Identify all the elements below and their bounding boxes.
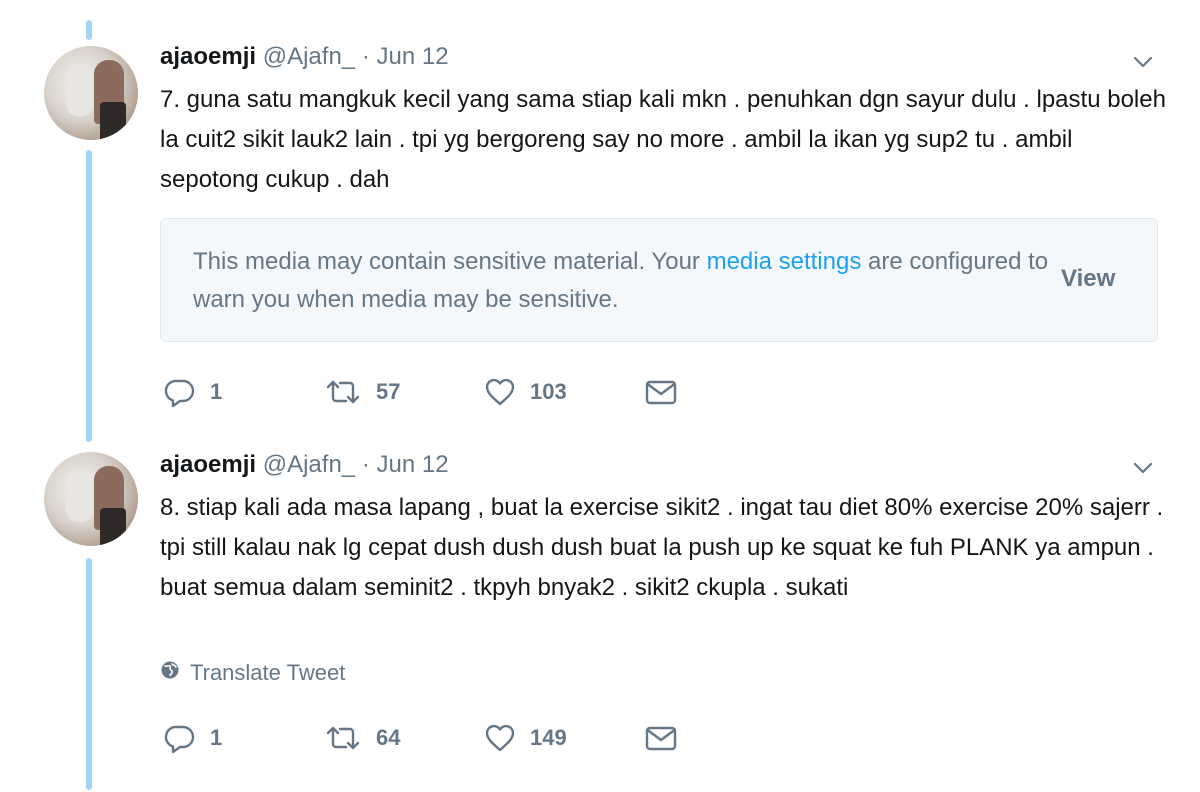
- retweet-icon: [324, 722, 362, 754]
- separator: ·: [361, 451, 370, 478]
- tweet-text: 8. stiap kali ada masa lapang , buat la …: [160, 494, 1164, 601]
- author-name[interactable]: ajaoemji: [160, 451, 256, 478]
- globe-icon: [160, 660, 190, 686]
- author-handle[interactable]: @Ajafn_: [263, 451, 355, 478]
- like-count: 149: [530, 725, 567, 750]
- dm-button[interactable]: [644, 718, 678, 758]
- heart-icon: [484, 722, 516, 754]
- reply-button[interactable]: 1: [164, 718, 222, 758]
- chevron-down-icon[interactable]: [1131, 456, 1155, 480]
- reply-count: 1: [210, 725, 223, 750]
- tweet-actions: 1 64 149: [160, 718, 960, 758]
- translate-label: Translate Tweet: [190, 660, 346, 685]
- avatar[interactable]: [44, 452, 138, 546]
- tweet-header: ajaoemji @Ajafn_ · Jun 12: [160, 450, 449, 480]
- retweet-count: 64: [376, 725, 401, 750]
- translate-tweet-link[interactable]: Translate Tweet: [160, 660, 345, 686]
- like-button[interactable]: 149: [484, 718, 567, 758]
- envelope-icon: [644, 722, 678, 754]
- tweet-date[interactable]: Jun 12: [376, 451, 448, 478]
- tweet[interactable]: ajaoemji @Ajafn_ · Jun 12 8. stiap kali …: [0, 0, 1200, 792]
- reply-icon: [164, 722, 196, 754]
- retweet-button[interactable]: 64: [324, 718, 400, 758]
